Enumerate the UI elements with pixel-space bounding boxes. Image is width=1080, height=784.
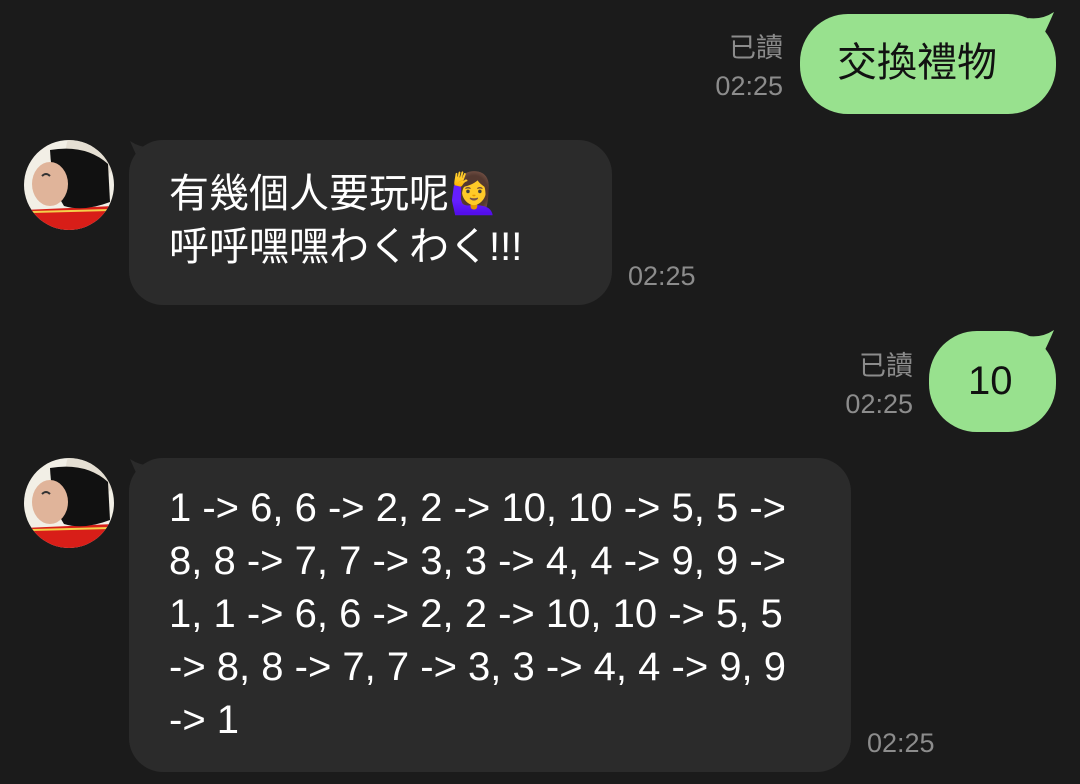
message-line: 有幾個人要玩呢🙋‍♀️ [169,172,499,216]
message-text: 10 [968,359,1013,403]
message-line: -> 1 [169,698,240,742]
message-time: 02:25 [845,389,913,419]
message-text: 交換禮物 [837,41,997,85]
message-line: 呼呼嘿嘿わくわく!!! [169,225,523,269]
avatar-image [24,140,114,230]
message-time: 02:25 [867,728,935,758]
message-line: 8, 8 -> 7, 7 -> 3, 3 -> 4, 4 -> 9, 9 -> [169,539,787,583]
outgoing-message-bubble[interactable]: 10 [929,331,1056,432]
message-time: 02:25 [628,261,696,291]
incoming-message-bubble[interactable]: 1 -> 6, 6 -> 2, 2 -> 10, 10 -> 5, 5 -> 8… [129,458,851,772]
avatar[interactable] [24,458,114,548]
avatar-image [24,458,114,548]
message-line: 1, 1 -> 6, 6 -> 2, 2 -> 10, 10 -> 5, 5 [169,592,783,636]
read-receipt: 已讀 [859,351,913,381]
incoming-message-bubble[interactable]: 有幾個人要玩呢🙋‍♀️ 呼呼嘿嘿わくわく!!! [129,140,612,305]
chat-view: 已讀 02:25 交換禮物 有幾個人要玩呢🙋‍♀️ 呼呼嘿嘿わくわく!!! 02… [0,0,1080,784]
read-receipt: 已讀 [729,33,783,63]
message-line: -> 8, 8 -> 7, 7 -> 3, 3 -> 4, 4 -> 9, 9 [169,645,787,689]
outgoing-message-bubble[interactable]: 交換禮物 [800,14,1056,114]
avatar[interactable] [24,140,114,230]
message-line: 1 -> 6, 6 -> 2, 2 -> 10, 10 -> 5, 5 -> [169,486,787,530]
message-time: 02:25 [715,71,783,101]
